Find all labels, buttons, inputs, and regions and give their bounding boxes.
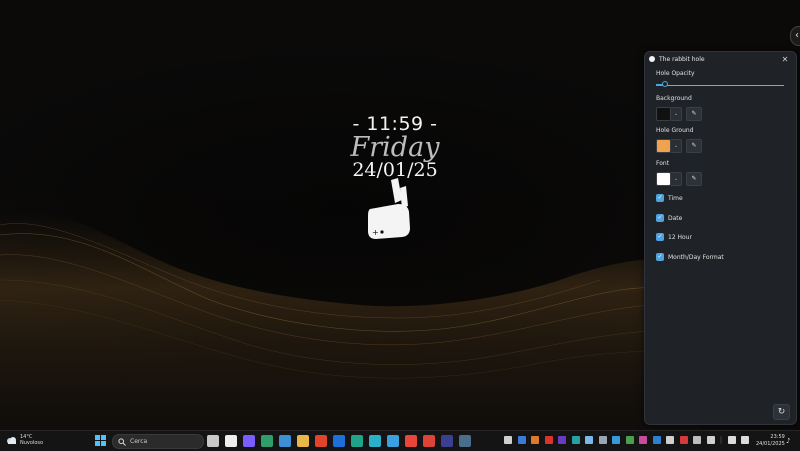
tray-app-icon[interactable] bbox=[612, 436, 620, 444]
tray-app-icon[interactable] bbox=[531, 436, 539, 444]
checkbox-label: Month/Day Format bbox=[668, 253, 724, 261]
background-color-swatch[interactable] bbox=[656, 107, 671, 121]
taskbar-clock[interactable]: 23:59 24/01/2025 bbox=[756, 434, 785, 448]
checkbox-month-day-format[interactable]: ✓ Month/Day Format bbox=[656, 253, 724, 261]
checkbox-label: Time bbox=[668, 194, 683, 202]
tray-app-icon[interactable] bbox=[693, 436, 701, 444]
close-button[interactable]: ✕ bbox=[778, 55, 792, 64]
reset-icon[interactable]: ↻ bbox=[773, 404, 790, 420]
settings-panel: The rabbit hole ✕ Hole Opacity Backgroun… bbox=[644, 51, 797, 425]
brave-icon[interactable] bbox=[315, 435, 327, 447]
task-view-icon[interactable] bbox=[207, 435, 219, 447]
eyedropper-icon[interactable]: ✎ bbox=[686, 139, 702, 153]
font-color-picker: ⌄ ✎ bbox=[656, 172, 702, 186]
search-icon bbox=[118, 437, 126, 446]
checkbox-12-hour[interactable]: ✓ 12 Hour bbox=[656, 233, 692, 241]
wallpaper-clock: - 11:59 - Friday 24/01/25 bbox=[310, 112, 480, 180]
tray-app-icon[interactable] bbox=[652, 436, 661, 444]
tray-app-icon[interactable] bbox=[639, 436, 647, 444]
hole-ground-color-picker: ⌄ ✎ bbox=[656, 139, 702, 153]
microphone-icon[interactable] bbox=[706, 436, 715, 444]
wifi-icon[interactable] bbox=[727, 436, 736, 444]
checkbox-date[interactable]: ✓ Date bbox=[656, 214, 682, 222]
chevron-down-icon[interactable]: ⌄ bbox=[671, 172, 682, 186]
eyedropper-icon[interactable]: ✎ bbox=[686, 107, 702, 121]
tray-divider bbox=[720, 436, 722, 444]
slider-thumb[interactable] bbox=[661, 81, 668, 87]
tray-app-icon[interactable] bbox=[585, 436, 593, 444]
check-icon[interactable]: ✓ bbox=[656, 214, 664, 222]
background-color-picker: ⌄ ✎ bbox=[656, 107, 702, 121]
eyedropper-icon[interactable]: ✎ bbox=[686, 172, 702, 186]
check-icon[interactable]: ✓ bbox=[656, 194, 664, 202]
rabbit-logo: + bbox=[368, 178, 410, 239]
panel-titlebar: The rabbit hole ✕ bbox=[645, 52, 796, 66]
rabbit-app-icon[interactable] bbox=[225, 435, 237, 447]
chrome-active-icon[interactable] bbox=[441, 435, 453, 447]
font-label: Font bbox=[656, 160, 670, 167]
weather-desc: Nuvoloso bbox=[20, 440, 44, 446]
store-icon[interactable] bbox=[261, 435, 273, 447]
tray-app-icon[interactable] bbox=[679, 436, 688, 444]
background-label: Background bbox=[656, 95, 692, 102]
file-explorer-icon[interactable] bbox=[297, 435, 309, 447]
rabbit-app-icon bbox=[649, 56, 655, 62]
hole-ground-label: Hole Ground bbox=[656, 127, 694, 134]
edge-icon[interactable] bbox=[351, 435, 363, 447]
chrome-icon[interactable] bbox=[405, 435, 417, 447]
volume-icon[interactable] bbox=[741, 436, 749, 444]
taskbar-apps bbox=[207, 435, 477, 447]
system-tray bbox=[504, 436, 755, 444]
check-icon[interactable]: ✓ bbox=[656, 253, 664, 261]
tray-app-icon[interactable] bbox=[625, 436, 634, 444]
edge-dev-icon[interactable] bbox=[369, 435, 381, 447]
tray-app-icon[interactable] bbox=[571, 436, 580, 444]
checkbox-label: Date bbox=[668, 214, 683, 222]
font-color-swatch[interactable] bbox=[656, 172, 671, 186]
search-box[interactable]: Cerca bbox=[112, 434, 204, 449]
panel-title: The rabbit hole bbox=[659, 55, 705, 63]
remote-desktop-icon[interactable] bbox=[459, 435, 471, 447]
notepad-icon[interactable] bbox=[279, 435, 291, 447]
chrome-canary-icon[interactable] bbox=[387, 435, 399, 447]
tray-app-icon[interactable] bbox=[666, 436, 674, 444]
check-icon[interactable]: ✓ bbox=[656, 233, 664, 241]
chevron-down-icon[interactable]: ⌄ bbox=[671, 139, 682, 153]
chrome-beta-icon[interactable] bbox=[423, 435, 435, 447]
svg-text:+: + bbox=[372, 228, 379, 237]
taskbar-date: 24/01/2025 bbox=[756, 441, 785, 447]
weather-widget[interactable]: 14°C Nuvoloso bbox=[6, 434, 43, 446]
hole-opacity-label: Hole Opacity bbox=[656, 70, 695, 77]
taskbar: 14°C Nuvoloso Cerca 23:59 24/01/2025 ♪ bbox=[0, 430, 800, 451]
start-button[interactable] bbox=[95, 435, 106, 446]
corner-expand-button[interactable]: ‹ bbox=[790, 26, 800, 46]
copilot-icon[interactable] bbox=[243, 435, 255, 447]
cloud-icon bbox=[7, 437, 16, 444]
tray-app-icon[interactable] bbox=[558, 436, 566, 444]
hole-opacity-slider[interactable] bbox=[656, 81, 784, 87]
chevron-down-icon[interactable]: ⌄ bbox=[671, 107, 682, 121]
tray-app-icon[interactable] bbox=[517, 436, 526, 444]
search-placeholder: Cerca bbox=[130, 438, 148, 445]
hole-ground-color-swatch[interactable] bbox=[656, 139, 671, 153]
tray-app-icon[interactable] bbox=[504, 436, 512, 444]
outlook-icon[interactable] bbox=[333, 435, 345, 447]
tray-app-icon[interactable] bbox=[598, 436, 607, 444]
clock-day: Friday bbox=[350, 132, 440, 163]
tray-app-icon[interactable] bbox=[544, 436, 553, 444]
checkbox-time[interactable]: ✓ Time bbox=[656, 194, 683, 202]
checkbox-label: 12 Hour bbox=[668, 233, 692, 241]
notification-bell-icon[interactable]: ♪ bbox=[786, 437, 790, 445]
taskbar-time: 23:59 bbox=[770, 434, 785, 440]
